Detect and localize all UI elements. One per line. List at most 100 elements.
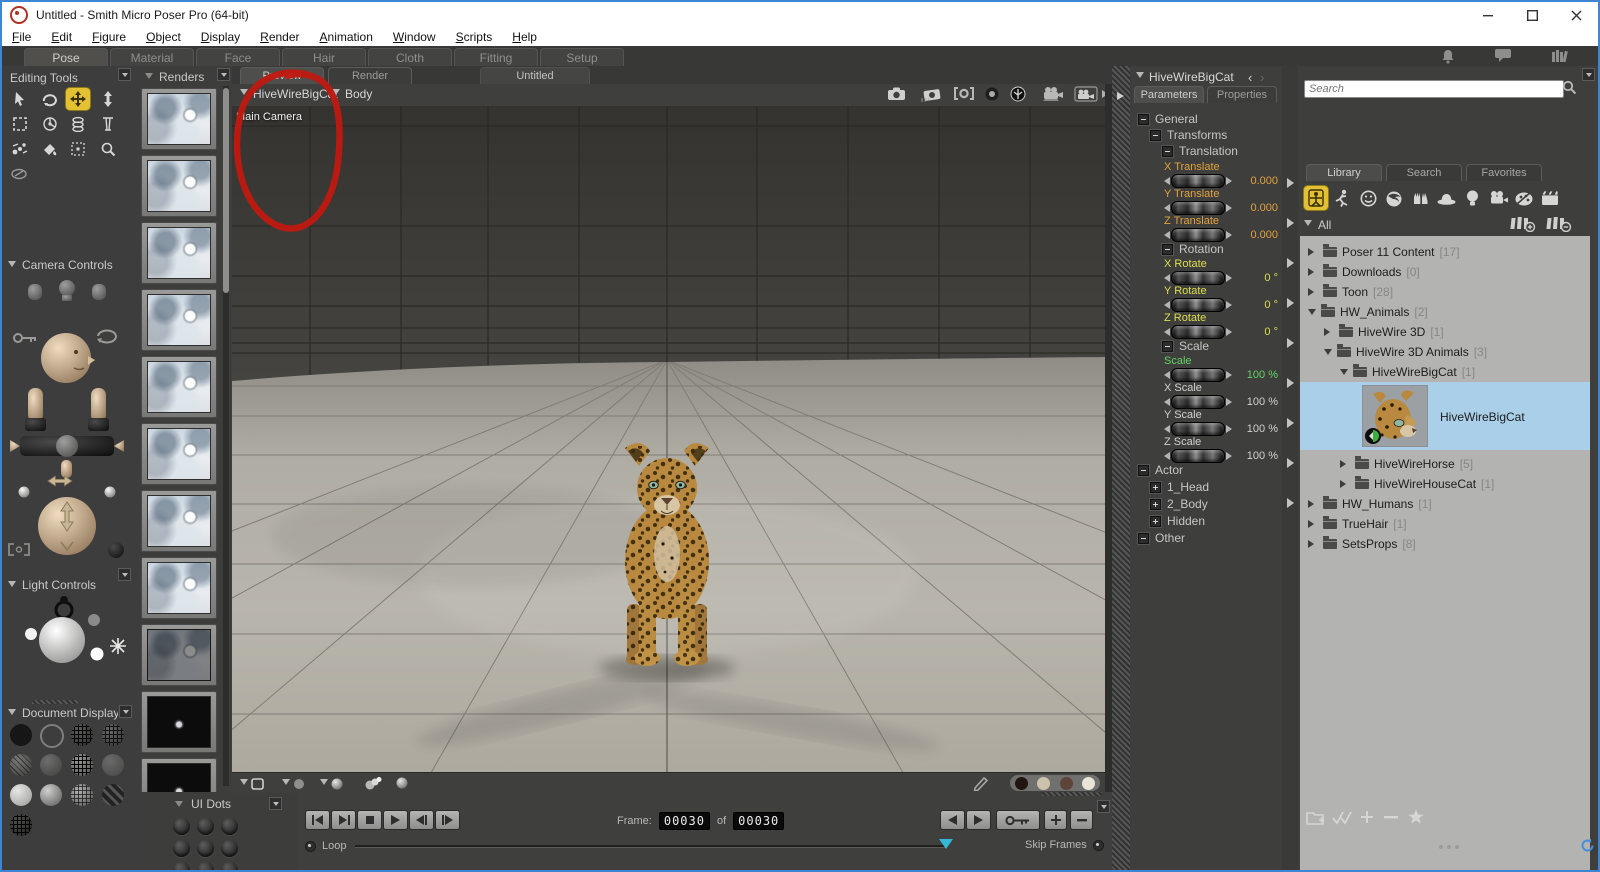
dial-slider[interactable]	[1171, 368, 1225, 382]
menu-render[interactable]: Render	[260, 30, 299, 44]
category-poses-icon[interactable]	[1330, 186, 1354, 210]
render-thumbnail[interactable]	[141, 490, 217, 552]
collapse-box-icon[interactable]	[1162, 341, 1173, 352]
light-controls-menu-button[interactable]	[118, 568, 131, 581]
taper-tool[interactable]	[96, 113, 120, 135]
maximize-button[interactable]	[1510, 2, 1554, 28]
delete-keyframe-button[interactable]	[1070, 810, 1093, 830]
library-books-icon[interactable]	[1550, 48, 1568, 64]
dial-value[interactable]: 0 °	[1236, 326, 1278, 338]
dial-value[interactable]: 0 °	[1236, 272, 1278, 284]
tab-favorites[interactable]: Favorites	[1466, 164, 1542, 181]
dial-slider[interactable]	[1171, 422, 1225, 436]
minimize-button[interactable]	[1466, 2, 1510, 28]
menu-display[interactable]: Display	[201, 30, 240, 44]
color-swatch-ground[interactable]	[1082, 777, 1095, 790]
skip-frames-toggle[interactable]: Skip Frames	[1025, 839, 1104, 851]
menu-scripts[interactable]: Scripts	[456, 30, 493, 44]
section-1-head[interactable]: 1_Head	[1150, 480, 1209, 494]
display-style-wireframe[interactable]	[71, 724, 93, 746]
collapse-triangle-icon[interactable]	[175, 801, 183, 811]
display-style-flat-lined[interactable]	[71, 754, 93, 776]
current-frame-field[interactable]: 00030	[659, 812, 710, 830]
menu-window[interactable]: Window	[393, 30, 436, 44]
parameters-library-splitter[interactable]	[1282, 66, 1298, 872]
dial-slider[interactable]	[1171, 271, 1225, 285]
previous-key-button[interactable]	[940, 810, 965, 830]
camera-name-label[interactable]: Main Camera	[236, 111, 302, 123]
tree-item-setsprops[interactable]: SetsProps[8]	[1300, 534, 1598, 554]
direct-manipulation-tool[interactable]	[66, 138, 90, 160]
selected-library-item[interactable]: HiveWireBigCat	[1300, 382, 1590, 450]
expand-arrow-icon[interactable]	[1308, 520, 1318, 528]
display-style-smooth-shaded[interactable]	[10, 784, 32, 806]
apply-checkmark-icon[interactable]	[1332, 810, 1354, 825]
dial-decrement-arrow[interactable]	[1160, 204, 1170, 212]
prev-actor-arrow[interactable]: ‹	[1248, 70, 1252, 85]
collapse-arrow-icon[interactable]	[1340, 369, 1348, 379]
actor-selector-dropdown[interactable]: Body	[332, 87, 372, 101]
notifications-bell-icon[interactable]	[1440, 48, 1456, 64]
add-library-icon[interactable]	[1510, 214, 1536, 232]
next-actor-arrow[interactable]: ›	[1260, 70, 1264, 85]
dial-decrement-arrow[interactable]	[1160, 452, 1170, 460]
dial-increment-arrow[interactable]	[1226, 301, 1236, 309]
dial-value[interactable]: 0.000	[1236, 175, 1278, 187]
translate-tool[interactable]	[66, 88, 90, 110]
tree-item-hivewirehousecat[interactable]: HiveWireHouseCat[1]	[1300, 474, 1600, 494]
tab-search[interactable]: Search	[1386, 164, 1462, 181]
tab-render[interactable]: Render	[328, 67, 412, 84]
renders-scrollbar-thumb[interactable]	[223, 88, 229, 293]
library-root-row[interactable]: All	[1304, 218, 1331, 232]
remove-library-icon[interactable]	[1546, 214, 1572, 232]
tab-preview[interactable]: Preview	[240, 67, 324, 84]
category-hands-icon[interactable]	[1408, 186, 1432, 210]
tracking-fast-dropdown[interactable]	[282, 778, 305, 790]
section-2-body[interactable]: 2_Body	[1150, 497, 1208, 511]
close-button[interactable]	[1554, 2, 1598, 28]
expand-box-icon[interactable]	[1150, 482, 1161, 493]
dial-slider[interactable]	[1171, 298, 1225, 312]
bracket-aperture-icon[interactable]	[954, 86, 974, 101]
dial-increment-arrow[interactable]	[1226, 204, 1236, 212]
collapse-box-icon[interactable]	[1138, 533, 1149, 544]
tab-material[interactable]: Material	[110, 48, 194, 66]
collapse-triangle-icon[interactable]	[8, 581, 16, 591]
dial-slider[interactable]	[1171, 449, 1225, 463]
search-icon[interactable]	[1562, 80, 1577, 95]
collapse-triangle-icon[interactable]	[145, 73, 153, 83]
expand-arrow-icon[interactable]	[1308, 500, 1318, 508]
category-scenes-icon[interactable]	[1538, 186, 1562, 210]
section-rotation[interactable]: Rotation	[1162, 242, 1224, 256]
tree-item-downloads[interactable]: Downloads[0]	[1300, 262, 1598, 282]
expand-panel-arrow-icon[interactable]	[1117, 92, 1128, 100]
ui-dot[interactable]	[197, 862, 214, 872]
edit-keyframes-button[interactable]	[996, 810, 1040, 830]
tree-item-truehair[interactable]: TrueHair[1]	[1300, 514, 1598, 534]
tree-item-hivewirehorse[interactable]: HiveWireHorse[5]	[1300, 454, 1600, 474]
tab-properties[interactable]: Properties	[1207, 86, 1277, 103]
library-item-thumbnail[interactable]	[1362, 385, 1428, 447]
dial-increment-arrow[interactable]	[1226, 425, 1236, 433]
camera-dots-icon[interactable]	[1074, 86, 1098, 102]
tab-parameters[interactable]: Parameters	[1134, 86, 1204, 103]
section-transforms[interactable]: Transforms	[1150, 128, 1227, 142]
section-general[interactable]: General	[1138, 112, 1198, 126]
tab-face[interactable]: Face	[196, 48, 280, 66]
tracking-box-dropdown[interactable]	[240, 778, 264, 790]
tab-fitting[interactable]: Fitting	[454, 48, 538, 66]
display-style-hidden-line[interactable]	[102, 724, 124, 746]
ui-dot[interactable]	[197, 840, 214, 857]
pencil-edit-icon[interactable]	[972, 775, 990, 791]
dial-slider[interactable]	[1171, 201, 1225, 215]
render-thumbnail[interactable]	[141, 222, 217, 284]
panel-splitter[interactable]	[1112, 66, 1130, 872]
ui-dot[interactable]	[173, 840, 190, 857]
dial-slider[interactable]	[1171, 174, 1225, 188]
ui-dot[interactable]	[173, 862, 190, 872]
tab-library-active-overlay[interactable]: Library	[1306, 164, 1382, 181]
timeline-position-marker[interactable]	[939, 839, 953, 856]
dial-value[interactable]: 100 %	[1236, 369, 1278, 381]
favorite-star-icon[interactable]	[1408, 809, 1424, 825]
search-input[interactable]	[1304, 80, 1564, 98]
